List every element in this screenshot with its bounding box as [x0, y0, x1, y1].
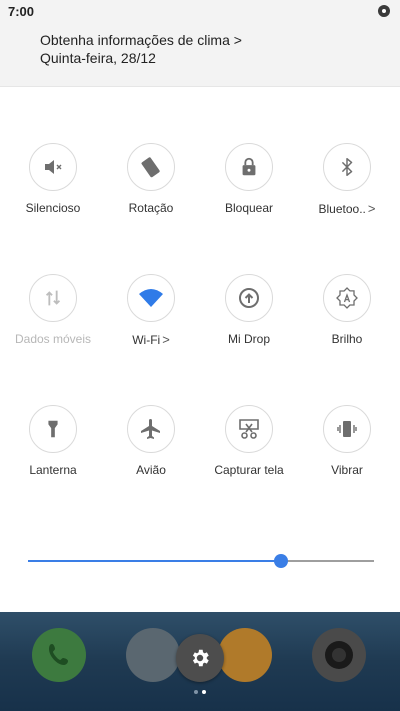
phone-icon[interactable] — [32, 628, 86, 682]
mobile-data-icon[interactable] — [29, 274, 77, 322]
tile-label: Mi Drop — [227, 332, 270, 346]
messages-icon[interactable] — [218, 628, 272, 682]
brightness-slider-thumb[interactable] — [274, 554, 288, 568]
mi-drop-icon[interactable] — [225, 274, 273, 322]
tile-silencioso[interactable]: Silencioso — [4, 143, 102, 215]
brightness-slider-track[interactable] — [281, 560, 374, 562]
airplane-icon[interactable] — [127, 405, 175, 453]
screenshot-icon[interactable] — [225, 405, 273, 453]
brightness-slider-fill — [28, 560, 281, 562]
tile-label: Brilho — [331, 332, 363, 346]
tile-label: Avião — [136, 463, 166, 477]
wifi-icon[interactable] — [127, 274, 175, 322]
tile-label: Bluetoo.. > — [298, 201, 396, 216]
tile-vibrar[interactable]: Vibrar — [298, 405, 396, 477]
weather-link[interactable]: Obtenha informações de clima > — [40, 32, 242, 48]
tile-label: Dados móveis — [14, 332, 92, 346]
clock: 7:00 — [8, 4, 35, 19]
chevron-right-icon[interactable]: > — [162, 332, 170, 347]
tile-wifi[interactable]: Wi-Fi > — [102, 274, 200, 347]
auto-brightness-icon[interactable] — [323, 274, 371, 322]
rotation-icon[interactable] — [127, 143, 175, 191]
tile-label: Vibrar — [331, 463, 363, 477]
bluetooth-label: Bluetoo.. — [318, 202, 366, 216]
chevron-right-icon[interactable]: > — [368, 201, 376, 216]
status-bar: 7:00 — [0, 0, 400, 24]
tile-label: Bloquear — [224, 201, 274, 215]
notification-icon — [378, 5, 390, 17]
flashlight-icon[interactable] — [29, 405, 77, 453]
tile-bloquear[interactable]: Bloquear — [200, 143, 298, 215]
tile-mi-drop[interactable]: Mi Drop — [200, 274, 298, 346]
page-indicator-dot-active — [202, 690, 206, 694]
tile-lanterna[interactable]: Lanterna — [4, 405, 102, 477]
weather-header[interactable]: Obtenha informações de clima > Quinta-fe… — [0, 24, 400, 87]
tile-rotacao[interactable]: Rotação — [102, 143, 200, 215]
tile-aviao[interactable]: Avião — [102, 405, 200, 477]
mute-speaker-icon[interactable] — [29, 143, 77, 191]
bluetooth-icon[interactable] — [323, 143, 371, 191]
tile-label: Capturar tela — [214, 463, 284, 477]
weather-date: Quinta-feira, 28/12 — [40, 50, 156, 66]
home-dock — [0, 612, 400, 711]
tile-label: Lanterna — [29, 463, 77, 477]
vibrate-icon[interactable] — [323, 405, 371, 453]
tile-label: Rotação — [128, 201, 174, 215]
tile-capturar-tela[interactable]: Capturar tela — [200, 405, 298, 477]
wifi-label: Wi-Fi — [132, 333, 161, 347]
page-indicator-dot — [194, 690, 198, 694]
tile-dados-moveis[interactable]: Dados móveis — [4, 274, 102, 346]
tile-brilho[interactable]: Brilho — [298, 274, 396, 346]
camera-icon[interactable] — [312, 628, 366, 682]
gear-icon[interactable] — [176, 634, 224, 682]
browser-icon[interactable] — [126, 628, 180, 682]
tile-bluetooth[interactable]: Bluetoo.. > — [298, 143, 396, 216]
brightness-slider[interactable] — [28, 554, 374, 568]
lock-icon[interactable] — [225, 143, 273, 191]
tile-label: Wi-Fi > — [102, 332, 200, 347]
tile-label: Silencioso — [25, 201, 81, 215]
